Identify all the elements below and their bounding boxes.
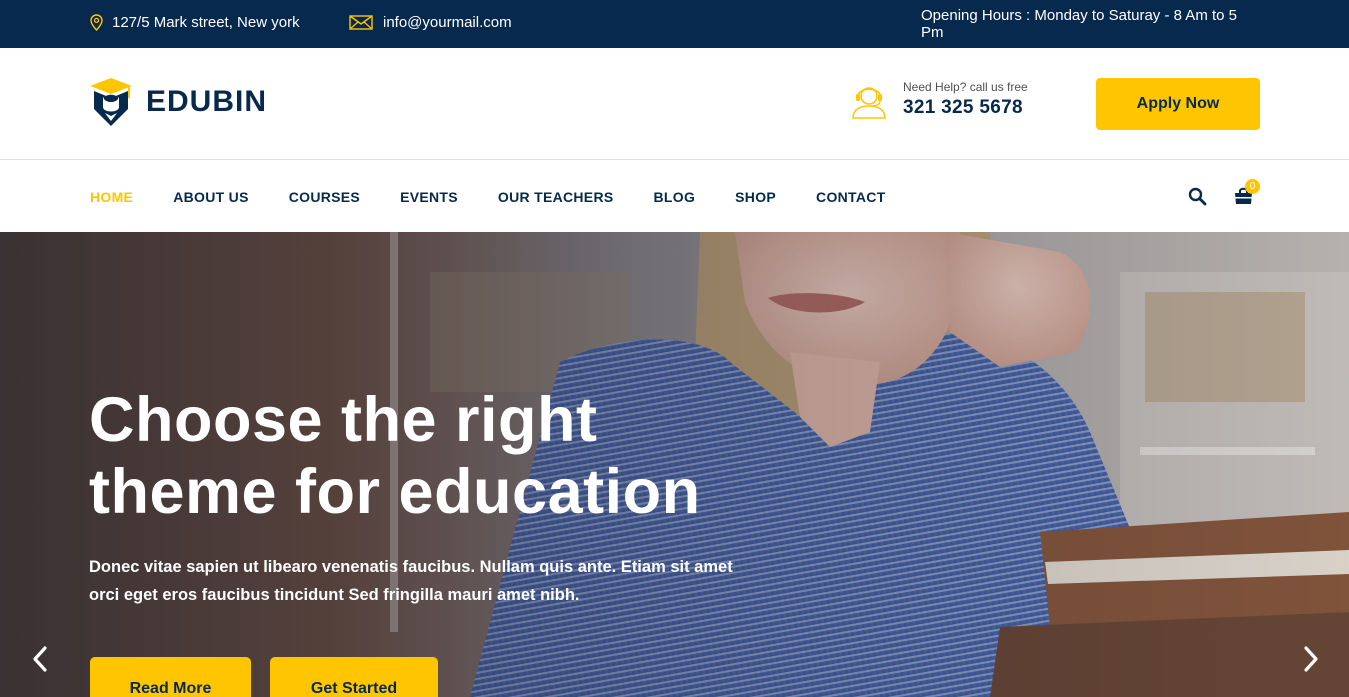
chevron-left-icon[interactable] xyxy=(26,644,56,674)
nav-item-courses[interactable]: COURSES xyxy=(289,189,360,205)
nav-item-shop[interactable]: SHOP xyxy=(735,189,776,205)
address-text: 127/5 Mark street, New york xyxy=(112,13,300,31)
graduate-logo-icon xyxy=(90,78,132,126)
envelope-icon xyxy=(349,14,373,30)
hero-title-line-2: theme for education xyxy=(89,457,701,527)
search-icon[interactable] xyxy=(1188,187,1207,206)
headset-support-icon xyxy=(852,86,886,119)
hero-subtitle: Donec vitae sapien ut libearo venenatis … xyxy=(89,553,789,609)
nav-item-contact[interactable]: CONTACT xyxy=(816,189,886,205)
top-bar: 127/5 Mark street, New york info@yourmai… xyxy=(0,0,1349,48)
chevron-right-icon[interactable] xyxy=(1295,644,1325,674)
nav-item-home[interactable]: HOME xyxy=(90,189,133,205)
help-label: Need Help? call us free xyxy=(903,80,1028,94)
hero-title-line-1: Choose the right xyxy=(89,385,598,455)
nav-item-events[interactable]: EVENTS xyxy=(400,189,458,205)
help-contact: Need Help? call us free 321 325 5678 xyxy=(850,80,1028,119)
email-link[interactable]: info@yourmail.com xyxy=(383,14,512,31)
map-pin-icon xyxy=(90,13,103,31)
get-started-button[interactable]: Get Started xyxy=(270,657,438,697)
nav-item-blog[interactable]: BLOG xyxy=(654,189,696,205)
nav-menu: HOME ABOUT US COURSES EVENTS OUR TEACHER… xyxy=(90,161,926,232)
hero-slider: Choose the right theme for education Don… xyxy=(0,232,1349,697)
header: EDUBIN Need Help? call us free 321 325 5… xyxy=(0,48,1349,160)
phone-number[interactable]: 321 325 5678 xyxy=(903,97,1028,119)
hero-subtitle-line-2: orci eget eros faucibus tincidunt Sed fr… xyxy=(89,586,580,604)
nav-item-about-us[interactable]: ABOUT US xyxy=(173,189,249,205)
email-info[interactable]: info@yourmail.com xyxy=(349,0,512,44)
apply-now-button[interactable]: Apply Now xyxy=(1096,78,1260,130)
read-more-button[interactable]: Read More xyxy=(90,657,251,697)
hero-subtitle-line-1: Donec vitae sapien ut libearo venenatis … xyxy=(89,558,733,576)
cart-count-badge: 0 xyxy=(1245,179,1260,194)
main-nav: HOME ABOUT US COURSES EVENTS OUR TEACHER… xyxy=(0,161,1349,232)
hero-title: Choose the right theme for education xyxy=(89,384,849,528)
site-logo[interactable]: EDUBIN xyxy=(89,77,267,127)
address-info: 127/5 Mark street, New york xyxy=(90,0,300,44)
opening-hours: Opening Hours : Monday to Saturay - 8 Am… xyxy=(921,7,1237,41)
logo-text: EDUBIN xyxy=(146,85,268,118)
nav-item-our-teachers[interactable]: OUR TEACHERS xyxy=(498,189,614,205)
